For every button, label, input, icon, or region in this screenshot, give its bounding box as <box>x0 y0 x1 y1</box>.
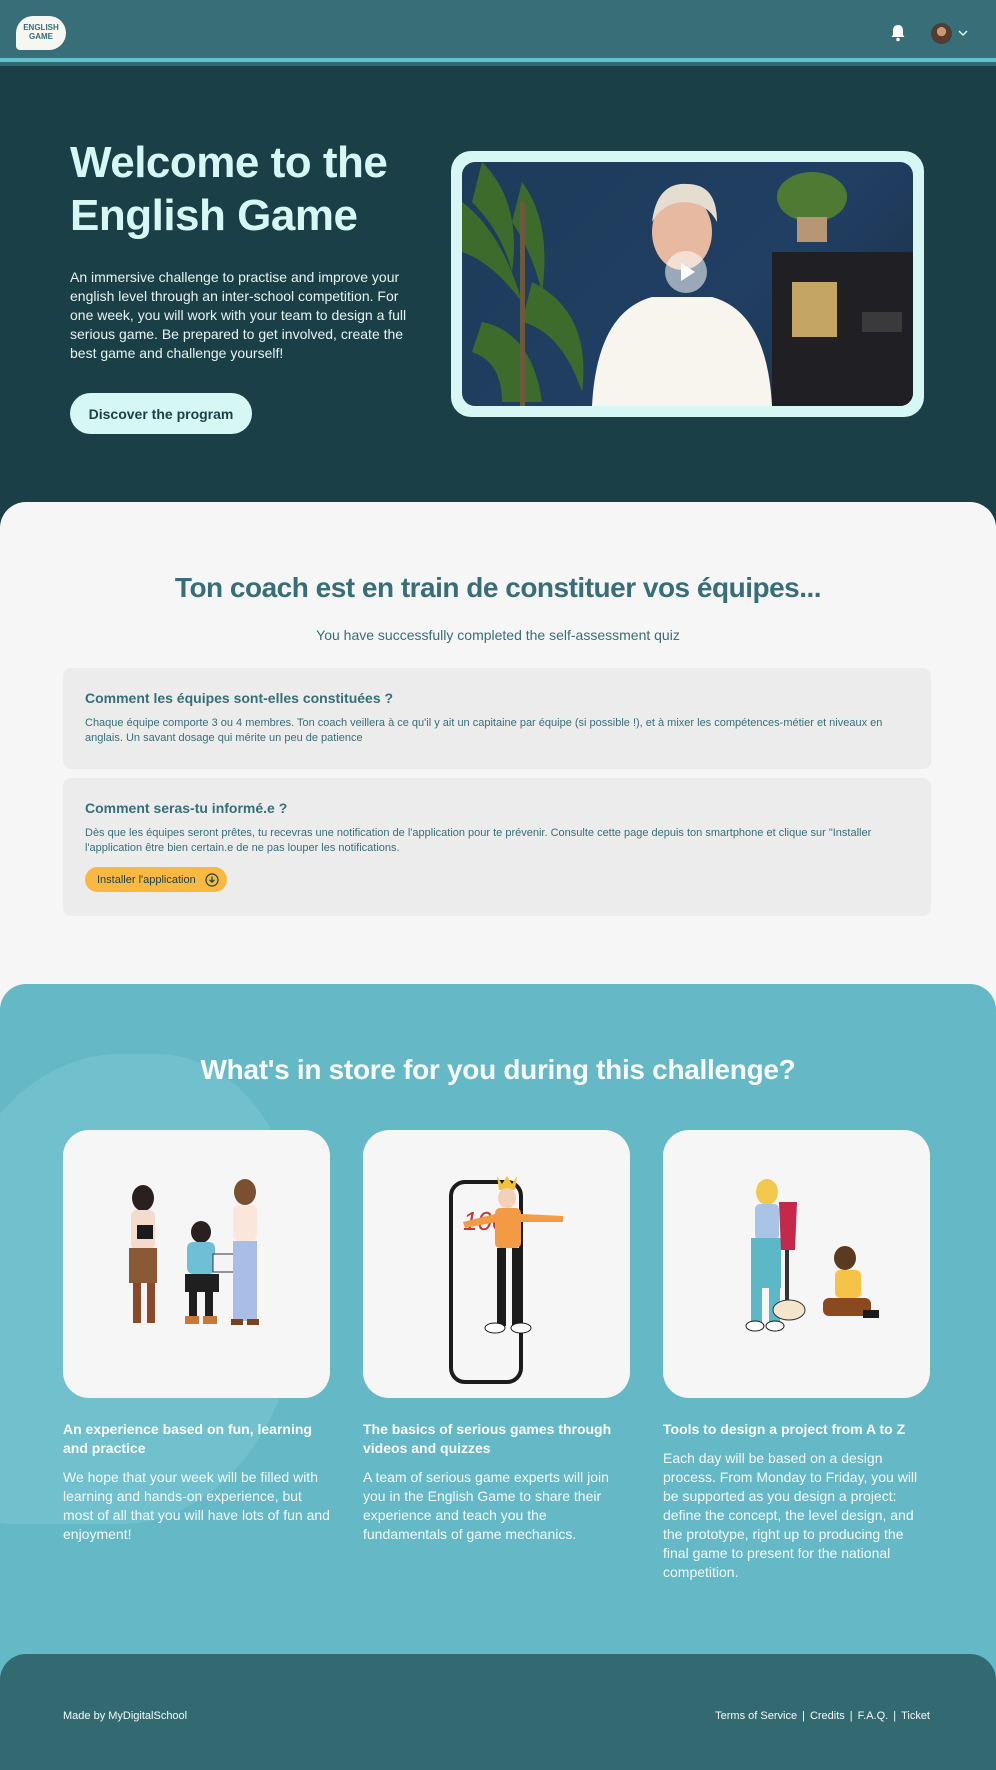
feature-card: An experience based on fun, learning and… <box>63 1130 330 1544</box>
download-icon <box>205 872 219 887</box>
feature-title: An experience based on fun, learning and… <box>63 1421 312 1456</box>
feature-title: Tools to design a project from A to Z <box>663 1421 906 1437</box>
play-icon <box>681 263 695 281</box>
link-separator: | <box>802 1710 805 1722</box>
faq-link[interactable]: F.A.Q. <box>858 1710 889 1722</box>
made-by-credit: Made by MyDigitalSchool <box>63 1710 188 1722</box>
info-card-text: Chaque équipe comporte 3 ou 4 membres. T… <box>85 717 883 744</box>
english-game-logo[interactable]: ENGLISH GAME <box>16 16 66 50</box>
hero-title: Welcome to the English Game <box>70 138 388 240</box>
feature-card: 100 The basics of serious games through … <box>363 1130 630 1544</box>
install-app-label: Installer l'application <box>97 873 196 886</box>
info-card-notification: Comment seras-tu informé.e ? Dès que les… <box>63 778 931 916</box>
feature-illustration-team <box>63 1130 330 1398</box>
feature-illustration-build <box>663 1130 930 1398</box>
build-illustration <box>745 1179 879 1332</box>
bell-icon[interactable] <box>888 23 908 43</box>
feature-card: Tools to design a project from A to Z Ea… <box>663 1130 930 1582</box>
terms-of-service-link[interactable]: Terms of Service <box>715 1710 797 1722</box>
credits-link[interactable]: Credits <box>810 1710 845 1722</box>
info-card-text: Dès que les équipes seront prêtes, tu re… <box>85 827 872 854</box>
hero-section: Welcome to the English Game An immersive… <box>0 66 996 526</box>
discover-program-button[interactable]: Discover the program <box>70 393 252 434</box>
intro-video-player[interactable] <box>451 151 924 417</box>
hero-description: An immersive challenge to practise and i… <box>70 269 407 361</box>
install-app-button[interactable]: Installer l'application <box>85 867 227 892</box>
avatar[interactable] <box>931 23 952 44</box>
info-card-teams: Comment les équipes sont-elles constitué… <box>63 668 931 769</box>
footer-links: Terms of Service | Credits | F.A.Q. | Ti… <box>715 1710 930 1722</box>
link-separator: | <box>849 1710 853 1722</box>
feature-illustration-phone: 100 <box>363 1130 630 1398</box>
chevron-down-icon[interactable] <box>957 27 969 39</box>
team-illustration <box>129 1179 259 1325</box>
coach-title: Ton coach est en train de constituer vos… <box>174 572 822 603</box>
challenge-section: What's in store for you during this chal… <box>0 984 996 1684</box>
challenge-title: What's in store for you during this chal… <box>200 1054 796 1085</box>
phone-illustration: 100 <box>449 1176 563 1384</box>
footer: Made by MyDigitalSchool Terms of Service… <box>0 1654 996 1770</box>
info-card-title: Comment les équipes sont-elles constitué… <box>85 690 394 706</box>
info-card-title: Comment seras-tu informé.e ? <box>85 800 288 816</box>
link-separator: | <box>893 1710 897 1722</box>
feature-text: Each day will be based on a design proce… <box>663 1450 918 1580</box>
quiz-completed-message: You have successfully completed the self… <box>316 627 680 643</box>
feature-text: We hope that your week will be filled wi… <box>63 1469 330 1542</box>
play-button[interactable] <box>665 251 707 293</box>
video-thumbnail <box>462 162 913 406</box>
team-building-section: Ton coach est en train de constituer vos… <box>0 502 996 1042</box>
top-navbar: ENGLISH GAME <box>0 0 996 62</box>
ticket-link[interactable]: Ticket <box>901 1710 930 1722</box>
feature-title: The basics of serious games through vide… <box>363 1421 612 1456</box>
feature-text: A team of serious game experts will join… <box>363 1469 609 1542</box>
